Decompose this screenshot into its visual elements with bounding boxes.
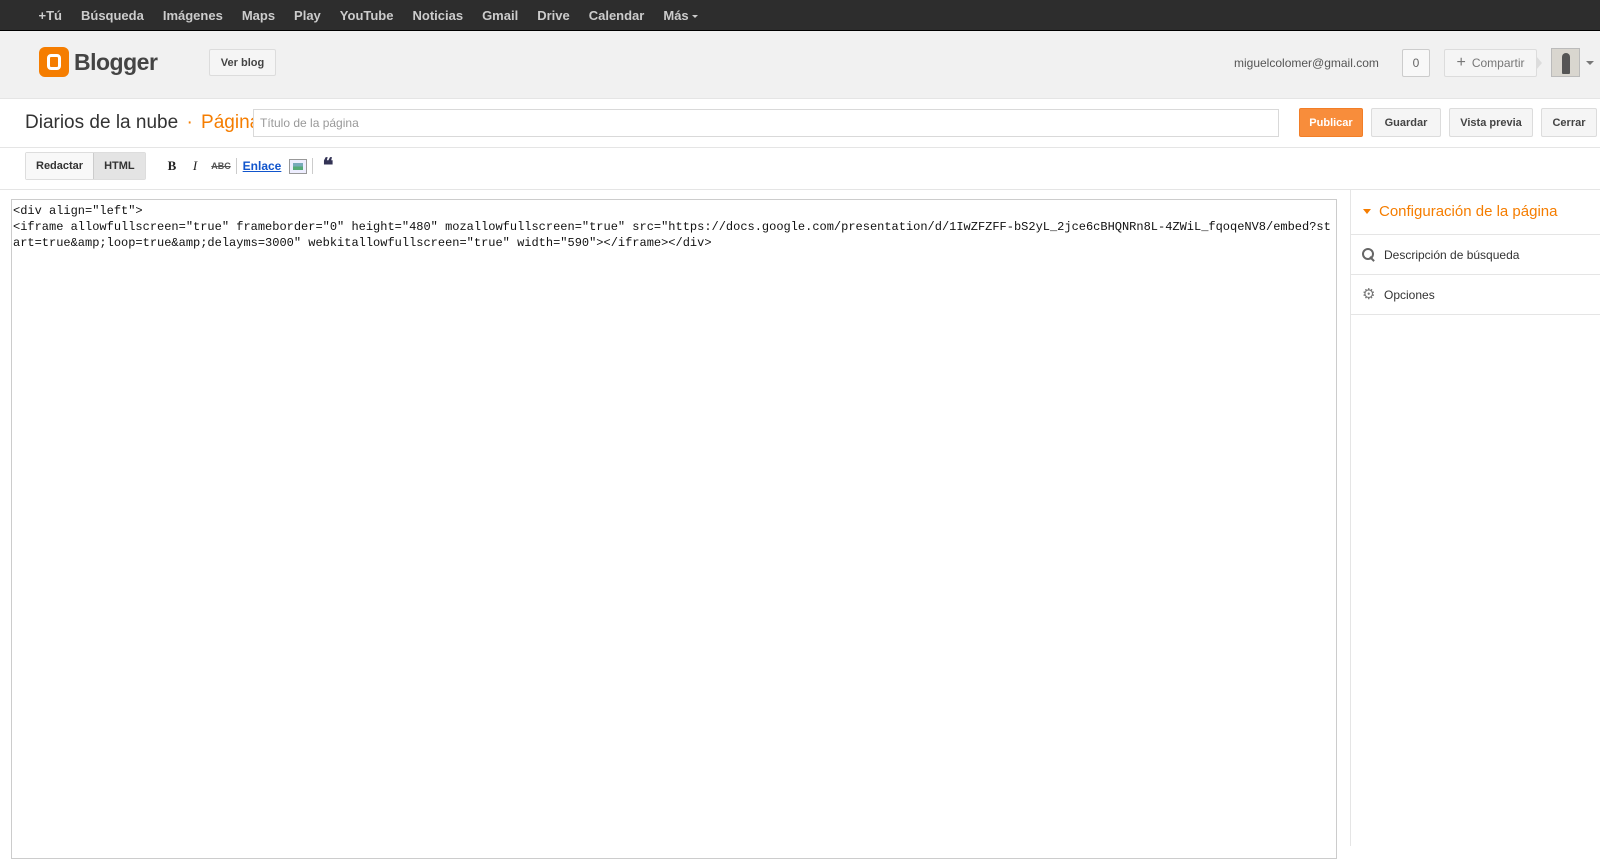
breadcrumb: Diarios de la nube · Página [25,112,260,134]
strikethrough-button[interactable]: ABC [211,157,231,175]
save-button[interactable]: Guardar [1371,108,1441,137]
view-blog-button[interactable]: Ver blog [209,49,276,76]
blogger-header: Blogger Ver blog miguelcolomer@gmail.com… [0,31,1600,99]
toolbar-divider [312,158,313,174]
sidebar-item-label: Opciones [1384,287,1435,302]
image-icon[interactable] [289,159,307,174]
sidebar-item-options[interactable]: ⚙ Opciones [1351,275,1600,315]
quote-icon[interactable]: ❝ [320,156,336,176]
close-button[interactable]: Cerrar [1541,108,1597,137]
share-label: Compartir [1471,56,1525,70]
page-settings-sidebar: Configuración de la página Descripción d… [1350,189,1600,846]
preview-button[interactable]: Vista previa [1449,108,1533,137]
gbar-drive[interactable]: Drive [528,8,580,23]
gbar-youtube[interactable]: YouTube [330,8,403,23]
avatar[interactable] [1551,48,1580,77]
search-icon [1362,247,1376,262]
chevron-down-icon[interactable] [1586,61,1594,65]
sidebar-item-label: Descripción de búsqueda [1384,247,1520,262]
editor-mode-tabs: Redactar HTML [25,152,146,180]
blogger-wordmark: Blogger [74,48,158,75]
share-button[interactable]: + Compartir [1444,49,1537,77]
page-settings-heading[interactable]: Configuración de la página [1351,189,1600,235]
toolbar-divider [236,158,237,174]
account-email[interactable]: miguelcolomer@gmail.com [1234,56,1379,70]
blogger-logo[interactable]: Blogger [39,47,158,77]
gbar-play[interactable]: Play [285,8,331,23]
gbar-more[interactable]: Más [654,8,707,23]
editor-title-row: Diarios de la nube · Página Publicar Gua… [0,99,1600,148]
gbar-gmail[interactable]: Gmail [473,8,528,23]
gbar-images[interactable]: Imágenes [153,8,232,23]
gbar-more-label: Más [663,7,689,23]
blog-name: Diarios de la nube [25,112,179,133]
tab-compose[interactable]: Redactar [26,153,94,179]
editor-toolbar: Redactar HTML B I ABC Enlace ❝ [0,148,1600,190]
share-arrow-icon [1536,56,1542,70]
gbar-maps[interactable]: Maps [232,8,284,23]
italic-button[interactable]: I [188,157,202,175]
plus-icon: + [1456,54,1466,71]
notification-count[interactable]: 0 [1402,49,1430,77]
blogger-logo-icon [39,47,69,77]
gbar-news[interactable]: Noticias [403,8,473,23]
chevron-down-icon [691,14,698,18]
gbar-plus-you[interactable]: +Tú [29,8,71,23]
bold-button[interactable]: B [165,157,179,175]
page-title-input[interactable] [253,109,1279,137]
gbar-calendar[interactable]: Calendar [579,8,654,23]
html-editor-textarea[interactable]: <div align="left"> <iframe allowfullscre… [11,199,1337,859]
triangle-down-icon [1363,209,1371,214]
sidebar-item-search-description[interactable]: Descripción de búsqueda [1351,235,1600,275]
gbar-search[interactable]: Búsqueda [71,8,153,23]
publish-button[interactable]: Publicar [1299,108,1363,137]
page-settings-heading-label: Configuración de la página [1379,203,1558,220]
item-type: Página [201,112,261,133]
gear-icon: ⚙ [1362,285,1376,303]
link-button[interactable]: Enlace [243,157,282,175]
google-bar: +Tú Búsqueda Imágenes Maps Play YouTube … [0,0,1600,31]
breadcrumb-separator: · [186,112,193,133]
tab-html[interactable]: HTML [93,153,145,179]
google-bar-links: +Tú Búsqueda Imágenes Maps Play YouTube … [0,0,1600,30]
